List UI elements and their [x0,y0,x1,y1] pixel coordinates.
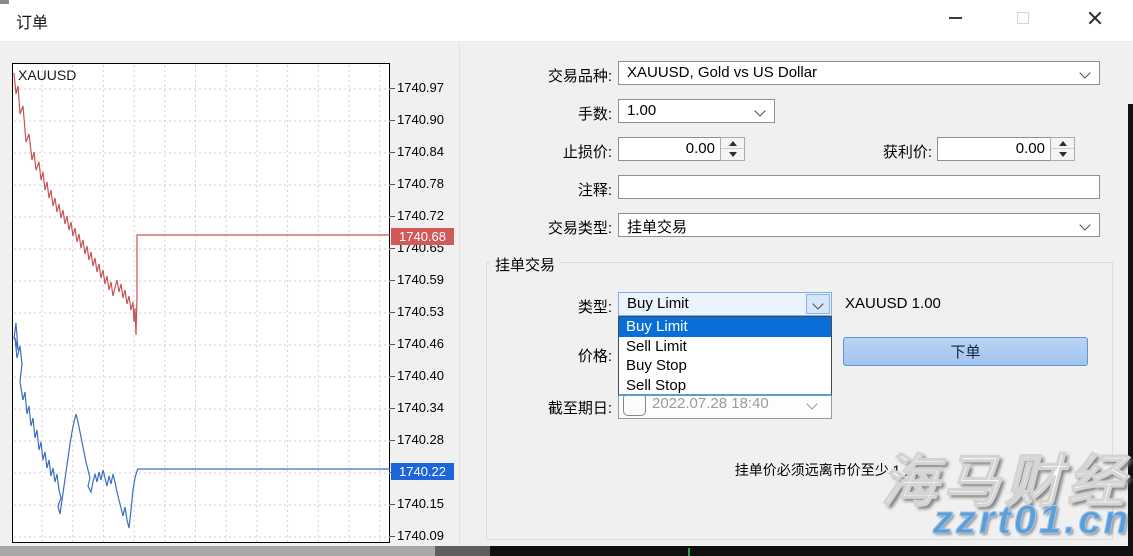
order-summary: XAUUSD 1.00 [845,295,941,312]
spin-down-button[interactable] [1051,149,1074,160]
comment-label: 注释: [482,179,612,200]
arrow-up-icon [729,141,737,146]
arrow-down-icon [729,152,737,157]
close-icon [1087,10,1103,26]
maximize-icon [1017,12,1029,24]
volume-combobox[interactable]: 1.00 [618,99,775,123]
order-type-option[interactable]: Sell Stop [619,376,831,396]
axis-label: 1740.78 [397,176,455,191]
arrow-up-icon [1059,141,1067,146]
volume-label: 手数: [482,103,612,124]
volume-value: 1.00 [627,102,656,119]
close-button[interactable] [1072,0,1118,36]
axis-label: 1740.46 [397,336,455,351]
price-label: 价格: [482,345,612,366]
take-profit-label: 获利价: [802,141,932,162]
trade-type-value: 挂单交易 [627,216,687,237]
axis-label: 1740.97 [397,80,455,95]
axis-label: 1740.34 [397,400,455,415]
stop-loss-input[interactable]: 0.00 [618,137,745,161]
order-type-value: Buy Limit [627,295,689,312]
panel-divider [459,42,460,546]
order-type-dropdown-list: Buy LimitSell LimitBuy StopSell Stop [618,316,832,396]
tick-chart[interactable]: XAUUSD [12,63,390,543]
expiry-checkbox[interactable] [623,393,646,416]
background-strip-marker [688,548,690,556]
spin-up-button[interactable] [721,138,744,149]
axis-label: 1740.28 [397,432,455,447]
trade-type-combobox[interactable]: 挂单交易 [618,213,1100,237]
order-type-option[interactable]: Sell Limit [619,337,831,357]
take-profit-spinner [1050,137,1075,161]
order-type-label: 类型: [482,296,612,317]
axis-label: 1740.53 [397,304,455,319]
spin-down-button[interactable] [721,149,744,160]
trade-type-label: 交易类型: [482,217,612,238]
chevron-down-icon [1080,221,1090,231]
background-strip [435,546,490,556]
bid-price-badge: 1740.22 [391,463,454,480]
stop-loss-label: 止损价: [482,141,612,162]
chevron-down-icon [755,107,765,117]
order-type-option[interactable]: Buy Stop [619,356,831,376]
chevron-down-icon [813,300,823,310]
symbol-combobox[interactable]: XAUUSD, Gold vs US Dollar [618,61,1100,85]
order-type-combobox[interactable]: Buy Limit [618,292,832,316]
spin-up-button[interactable] [1051,138,1074,149]
combobox-dropdown-zone[interactable] [806,294,830,314]
take-profit-input[interactable]: 0.00 [937,137,1075,161]
title-bar: 订单 [0,0,1133,42]
background-strip [490,546,1133,556]
background-strip [0,546,435,556]
minimize-button[interactable] [932,0,978,36]
symbol-label: 交易品种: [482,65,612,86]
arrow-down-icon [1059,152,1067,157]
chart-symbol-label: XAUUSD [18,67,76,83]
pending-order-group-title: 挂单交易 [490,254,560,275]
axis-label: 1740.84 [397,144,455,159]
ask-price-badge: 1740.68 [391,228,454,245]
expiry-label: 截至期日: [482,397,612,418]
screen-corner-artifact [0,0,9,4]
stop-loss-value: 0.00 [686,140,715,157]
comment-input[interactable] [618,175,1100,199]
axis-label: 1740.59 [397,272,455,287]
expiry-value: 2022.07.28 18:40 [652,395,804,412]
axis-label: 1740.90 [397,112,455,127]
watermark-url: zzrt01.cn [933,498,1131,543]
symbol-value: XAUUSD, Gold vs US Dollar [627,64,817,81]
axis-label: 1740.15 [397,496,455,511]
maximize-button[interactable] [1000,0,1046,36]
stop-loss-spinner [720,137,745,161]
chevron-down-icon [807,400,817,410]
axis-label: 1740.72 [397,208,455,223]
chevron-down-icon [1080,69,1090,79]
tick-chart-canvas [13,64,391,544]
take-profit-value: 0.00 [1016,140,1045,157]
axis-label: 1740.40 [397,368,455,383]
minimize-icon [949,17,962,19]
axis-label: 1740.09 [397,528,455,543]
window-title: 订单 [16,9,48,33]
place-order-button[interactable]: 下单 [843,337,1088,366]
order-type-option[interactable]: Buy Limit [619,317,831,337]
